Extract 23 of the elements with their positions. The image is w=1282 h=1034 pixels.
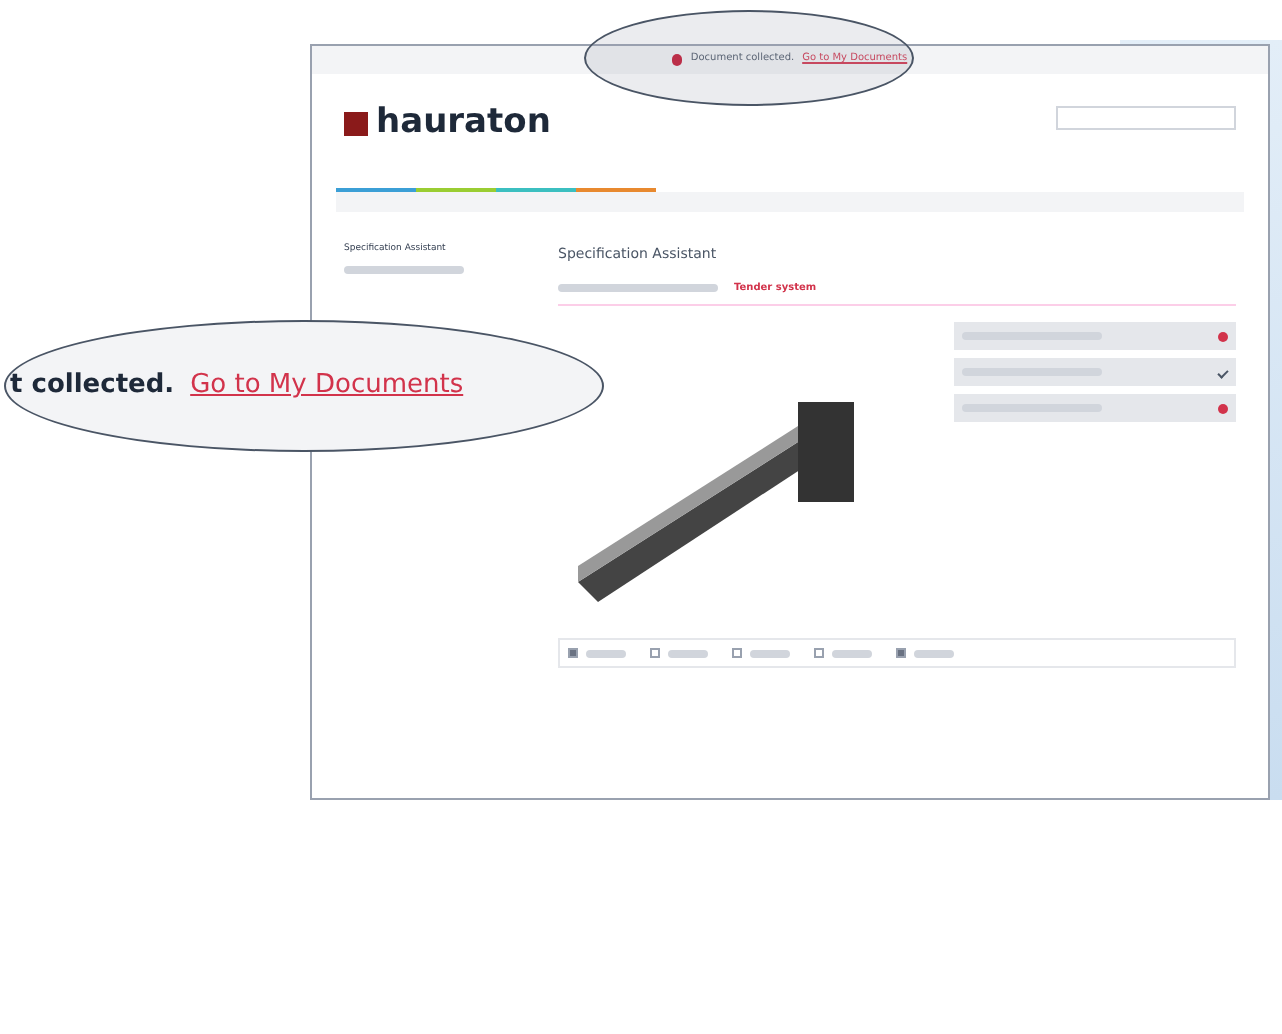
- format-checkbox[interactable]: [896, 648, 906, 658]
- callout-text: t collected.: [10, 368, 175, 405]
- format-checkbox[interactable]: [568, 648, 578, 658]
- blurred-text: [750, 649, 790, 657]
- format-checkbox[interactable]: [650, 648, 660, 658]
- nav-tab-stripe[interactable]: [336, 188, 416, 192]
- logo: hauraton: [376, 106, 551, 140]
- nav-tab-stripe[interactable]: [576, 188, 656, 192]
- remove-icon[interactable]: [1218, 331, 1228, 341]
- callout-link[interactable]: Go to My Documents: [190, 366, 464, 406]
- remove-icon[interactable]: [1218, 403, 1228, 413]
- search-field[interactable]: [1056, 106, 1236, 130]
- blurred-text: [668, 649, 708, 657]
- document-icon: [672, 54, 683, 66]
- blurred-text: [914, 649, 954, 657]
- nav-tab-stripe[interactable]: [416, 188, 496, 192]
- nav-tab-stripe[interactable]: [496, 188, 576, 192]
- logo-icon: [344, 111, 368, 135]
- blurred-text: [832, 649, 872, 657]
- blurred-text: [586, 649, 626, 657]
- format-checkbox[interactable]: [814, 648, 824, 658]
- blurred-text: [344, 265, 464, 274]
- format-checkbox[interactable]: [732, 648, 742, 658]
